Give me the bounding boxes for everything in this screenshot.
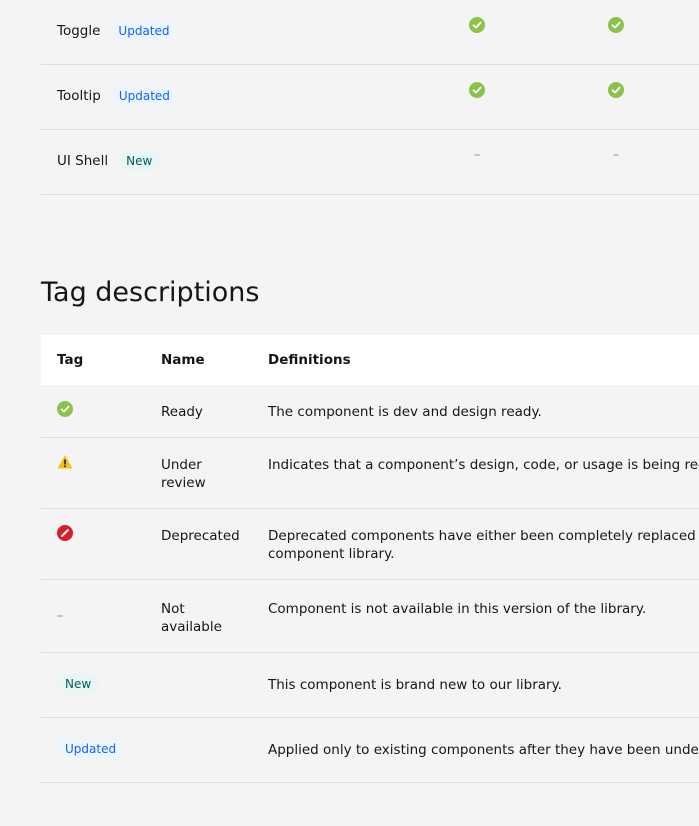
not-available-icon [474,154,480,156]
header-name: Name [161,352,205,368]
header-tag: Tag [57,352,84,368]
table-header: Tag Name Definitions [41,335,699,385]
name-cell: Deprecated [161,528,240,544]
tag-cell [57,604,63,622]
name-cell: Not available [161,600,251,636]
status-cell [608,147,624,163]
new-tag: New [57,674,100,694]
component-name: Tooltip [57,88,101,104]
tag-cell [57,401,73,422]
component-cell: Tooltip Updated [57,86,178,106]
header-definitions: Definitions [268,352,351,368]
tag-cell [57,454,73,475]
table-row: Updated Applied only to existing compone… [41,718,699,783]
section-title: Tag descriptions [41,277,260,308]
deprecated-icon [57,525,73,541]
status-cell [608,17,624,33]
definition-cell: Deprecated components have either been c… [268,527,699,563]
component-name: Toggle [57,23,101,39]
not-available-icon [57,615,63,617]
ready-icon [608,82,624,98]
updated-tag: Updated [57,739,125,759]
name-line: review [161,475,206,491]
tag-descriptions-table: Tag Name Definitions Ready The component… [41,335,699,783]
name-line: available [161,619,222,635]
name-line: Under [161,457,202,473]
table-row: Ready The component is dev and design re… [41,385,699,438]
warning-icon [57,455,73,469]
component-cell: Toggle Updated [57,21,178,41]
name-line: Not [161,601,185,617]
definition-cell: The component is dev and design ready. [268,404,542,420]
definition-line: component library. [268,546,395,562]
table-row: Tooltip Updated [41,65,699,130]
table-row: Under review Indicates that a component’… [41,438,699,509]
status-cell [469,17,485,33]
ready-icon [57,401,73,417]
not-available-icon [613,154,619,156]
tag-cell [57,525,73,546]
status-cell [469,147,485,163]
ready-icon [469,17,485,33]
ready-icon [469,82,485,98]
tag-cell: Updated [57,739,125,759]
component-cell: UI Shell New [57,151,161,171]
table-row: Deprecated Deprecated components have ei… [41,509,699,580]
status-cell [608,82,624,98]
updated-tag: Updated [110,86,178,106]
new-tag: New [118,151,161,171]
definition-cell: Component is not available in this versi… [268,601,647,617]
table-row: UI Shell New [41,130,699,195]
definition-cell: This component is brand new to our libra… [268,677,562,693]
table-row: Not available Component is not available… [41,580,699,653]
name-cell: Ready [161,404,203,420]
table-row: Toggle Updated [41,0,699,65]
definition-cell: Applied only to existing components afte… [268,742,699,758]
status-cell [469,82,485,98]
definition-line: Deprecated components have either been c… [268,528,699,544]
component-status-table: Toggle Updated Tooltip Updated UI Shell … [41,0,699,195]
definition-cell: Indicates that a component’s design, cod… [268,457,699,473]
component-name: UI Shell [57,153,109,169]
ready-icon [608,17,624,33]
name-cell: Under review [161,456,251,492]
table-row: New This component is brand new to our l… [41,653,699,718]
page: Toggle Updated Tooltip Updated UI Shell … [0,0,699,826]
updated-tag: Updated [110,21,178,41]
tag-cell: New [57,674,100,694]
